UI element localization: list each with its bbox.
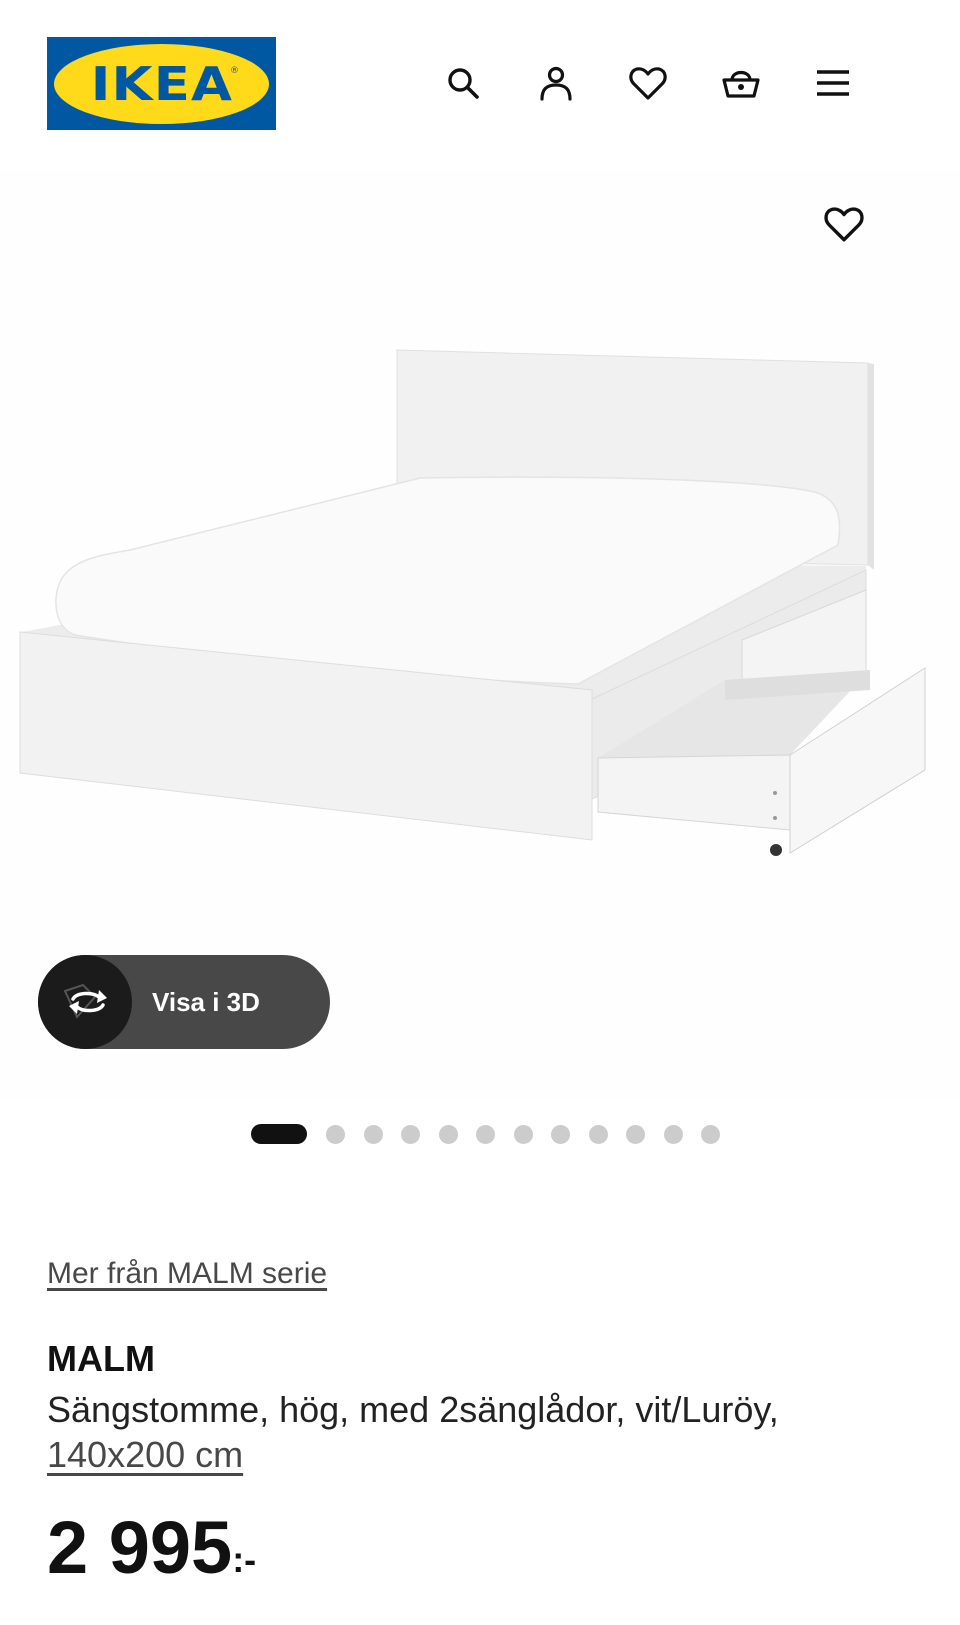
gallery-pagination [0,1122,960,1144]
heart-icon [824,207,864,242]
heart-icon[interactable] [626,61,670,105]
ikea-logo[interactable]: IKEA ® [47,37,276,130]
pagination-dot[interactable] [401,1125,420,1144]
pagination-dot[interactable] [701,1125,720,1144]
pagination-dot[interactable] [363,1125,383,1144]
pagination-dot[interactable] [438,1125,458,1144]
pagination-dot[interactable] [513,1125,533,1144]
menu-icon[interactable] [811,61,855,105]
pagination-dot[interactable] [588,1125,608,1144]
header: IKEA ® [0,0,960,170]
view-in-3d-button[interactable]: Visa i 3D [38,955,330,1049]
pagination-dot[interactable] [326,1125,345,1144]
view-3d-icon [38,955,132,1049]
registered-mark: ® [230,65,239,76]
user-icon[interactable] [534,61,578,105]
pagination-dot[interactable] [663,1125,683,1144]
product-name: MALM [47,1338,155,1379]
add-to-favourites-button[interactable] [820,200,868,248]
logo-text: IKEA [90,56,233,111]
series-link[interactable]: Mer från MALM serie [47,1257,327,1291]
pagination-dot[interactable] [626,1125,645,1144]
logo-oval: IKEA ® [54,43,269,124]
basket-icon[interactable] [719,61,763,105]
pagination-dot[interactable] [551,1125,570,1144]
pagination-dot[interactable] [476,1125,495,1144]
search-icon[interactable] [441,61,485,105]
view-3d-label: Visa i 3D [152,986,260,1017]
product-price: 2 995 :- [47,1508,256,1588]
product-image-malm-bed[interactable] [0,170,960,890]
product-description: Sängstomme, hög, med 2sänglådor, vit/Lur… [47,1389,779,1430]
price-suffix: :- [232,1539,257,1580]
pagination-dot-active[interactable] [251,1124,307,1144]
product-size-link[interactable]: 140x200 cm [47,1434,243,1476]
price-integer: 2 995 [47,1506,233,1589]
